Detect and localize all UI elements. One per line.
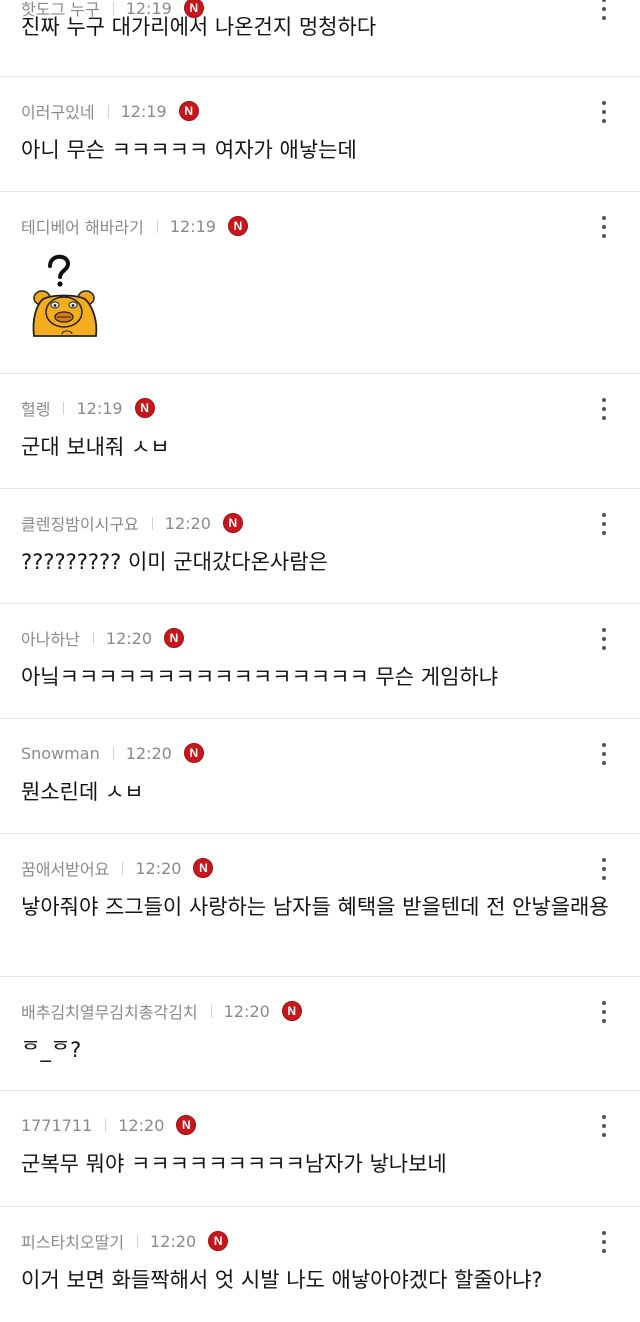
more-options-icon[interactable] [598, 216, 610, 238]
new-badge-icon: N [208, 1231, 229, 1251]
comment-text: ᅙ_ᅙ? [21, 1038, 82, 1062]
comment-time: 12:20 [135, 858, 182, 878]
more-options-icon[interactable] [598, 1115, 610, 1137]
meta-divider [63, 401, 65, 415]
comment-text: 진짜 누구 대가리에서 나온건지 멍청하다 [21, 15, 377, 39]
comment-text: 이거 보면 화들짝해서 엇 시발 나도 애낳아야겠다 할줄아냐? [21, 1268, 543, 1292]
comment-time: 12:19 [169, 216, 216, 236]
new-badge-icon: N [164, 628, 184, 648]
comment-text: 아니 무슨 ㅋㅋㅋㅋㅋ 여자가 애낳는데 [21, 138, 357, 162]
meta-divider [151, 516, 153, 530]
new-badge-icon: N [281, 1001, 302, 1021]
more-options-icon[interactable] [598, 628, 610, 650]
comment-item: 피스타치오딸기 12:20 N 이거 보면 화들짝해서 엇 시발 나도 애낳아야… [0, 1207, 640, 1322]
comment-text: 군대 보내줘 ㅅㅂ [21, 435, 170, 459]
comment-item: 테디베어 해바라기 12:19 N [0, 192, 640, 374]
more-options-icon[interactable] [598, 858, 610, 880]
comment-author[interactable]: 꿈애서받어요 [21, 856, 109, 880]
meta-divider [210, 1004, 212, 1018]
confused-bear-sticker[interactable] [28, 250, 108, 340]
comment-time: 12:20 [125, 743, 172, 763]
comment-time: 12:20 [223, 1001, 270, 1021]
comment-text: 뭔소린데 ㅅㅂ [21, 780, 144, 804]
new-badge-icon: N [178, 101, 199, 121]
comment-author[interactable]: 피스타치오딸기 [21, 1229, 124, 1253]
comment-meta: 아나하난 12:20 N [21, 626, 184, 650]
comment-time: 12:20 [118, 1115, 165, 1135]
more-options-icon[interactable] [598, 743, 610, 765]
comment-author[interactable]: 클렌징밤이시구요 [21, 511, 139, 535]
more-options-icon[interactable] [598, 1001, 610, 1023]
comment-item: 배추김치열무김치총각김치 12:20 N ᅙ_ᅙ? [0, 977, 640, 1091]
comment-item: 꿈애서받어요 12:20 N 낳아줘야 즈그들이 사랑하는 남자들 혜택을 받을… [0, 834, 640, 977]
comment-time: 12:20 [150, 1231, 197, 1251]
comment-meta: Snowman 12:20 N [21, 743, 204, 763]
comment-item: 핫도그 누구 12:19 N 진짜 누구 대가리에서 나온건지 멍청하다 [0, 0, 640, 77]
more-options-icon[interactable] [598, 101, 610, 123]
comment-meta: 테디베어 해바라기 12:19 N [21, 214, 248, 238]
comment-meta: 배추김치열무김치총각김치 12:20 N [21, 999, 302, 1023]
meta-divider [92, 631, 94, 645]
comment-item: 이러구있네 12:19 N 아니 무슨 ㅋㅋㅋㅋㅋ 여자가 애낳는데 [0, 77, 640, 192]
comment-text: ????????? 이미 군대갔다온사람은 [21, 550, 328, 574]
comment-text: 군복무 뭐야 ㅋㅋㅋㅋㅋㅋㅋㅋㅋ남자가 낳나보네 [21, 1152, 447, 1176]
comment-author[interactable]: 1771711 [21, 1116, 92, 1135]
comment-meta: 1771711 12:20 N [21, 1115, 197, 1135]
comment-text: 아닠ㅋㅋㅋㅋㅋㅋㅋㅋㅋㅋㅋㅋㅋㅋㅋㅋ 무슨 게임하냐 [21, 665, 499, 689]
comment-time: 12:19 [120, 101, 167, 121]
comment-meta: 피스타치오딸기 12:20 N [21, 1229, 229, 1253]
comment-time: 12:20 [164, 513, 211, 533]
comment-author[interactable]: 테디베어 해바라기 [21, 214, 144, 238]
comment-meta: 클렌징밤이시구요 12:20 N [21, 511, 243, 535]
comment-time: 12:19 [76, 398, 123, 418]
comment-author[interactable]: 아나하난 [21, 626, 80, 650]
comment-item: 아나하난 12:20 N 아닠ㅋㅋㅋㅋㅋㅋㅋㅋㅋㅋㅋㅋㅋㅋㅋㅋ 무슨 게임하냐 [0, 604, 640, 719]
new-badge-icon: N [176, 1115, 197, 1135]
more-options-icon[interactable] [598, 1231, 610, 1253]
comment-author[interactable]: 이러구있네 [21, 99, 95, 123]
comment-meta: 이러구있네 12:19 N [21, 99, 199, 123]
meta-divider [137, 1234, 139, 1248]
comment-time: 12:20 [105, 628, 152, 648]
more-options-icon[interactable] [598, 513, 610, 535]
meta-divider [122, 861, 124, 875]
meta-divider [156, 219, 158, 233]
new-badge-icon: N [134, 398, 155, 418]
meta-divider [107, 104, 109, 118]
comment-feed: 핫도그 누구 12:19 N 진짜 누구 대가리에서 나온건지 멍청하다 이러구… [0, 0, 640, 1322]
comment-author[interactable]: 배추김치열무김치총각김치 [21, 999, 198, 1023]
comment-item: 헐렝 12:19 N 군대 보내줘 ㅅㅂ [0, 374, 640, 489]
comment-item: 클렌징밤이시구요 12:20 N ????????? 이미 군대갔다온사람은 [0, 489, 640, 604]
new-badge-icon: N [183, 743, 204, 763]
comment-meta: 꿈애서받어요 12:20 N [21, 856, 214, 880]
comment-meta: 헐렝 12:19 N [21, 396, 155, 420]
more-options-icon[interactable] [598, 398, 610, 420]
comment-author[interactable]: Snowman [21, 744, 100, 763]
meta-divider [112, 746, 114, 760]
meta-divider [105, 1118, 107, 1132]
new-badge-icon: N [227, 216, 248, 236]
comment-text: 낳아줘야 즈그들이 사랑하는 남자들 혜택을 받을텐데 전 안낳을래용 [21, 895, 609, 919]
comment-item: 1771711 12:20 N 군복무 뭐야 ㅋㅋㅋㅋㅋㅋㅋㅋㅋ남자가 낳나보네 [0, 1091, 640, 1207]
comment-author[interactable]: 헐렝 [21, 396, 50, 420]
new-badge-icon: N [222, 513, 243, 533]
comment-item: Snowman 12:20 N 뭔소린데 ㅅㅂ [0, 719, 640, 834]
new-badge-icon: N [193, 858, 214, 878]
